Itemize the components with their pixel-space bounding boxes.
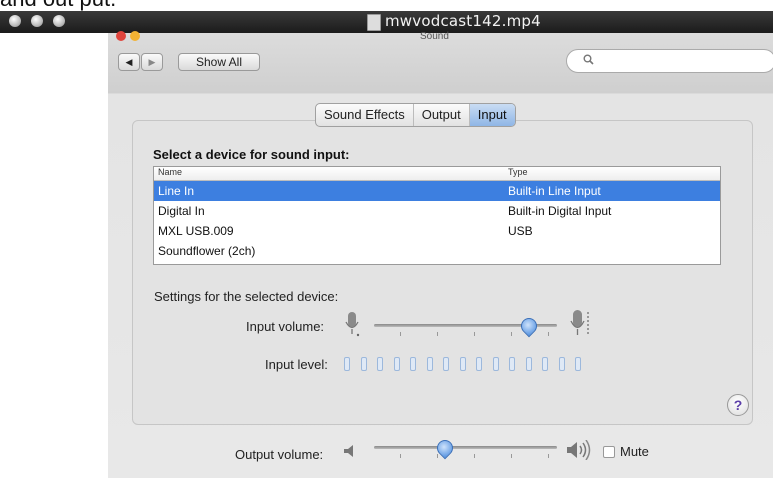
slider-tick <box>511 332 512 336</box>
help-button[interactable]: ? <box>727 394 749 416</box>
level-segment <box>476 357 482 371</box>
input-level-label: Input level: <box>265 357 328 372</box>
table-row[interactable]: Digital In Built-in Digital Input <box>154 201 720 221</box>
sound-preferences-window: Sound ◀ ▶ Show All Sound Effects Output … <box>108 31 773 478</box>
level-segment <box>426 357 433 371</box>
back-arrow-icon: ◀ <box>125 56 133 67</box>
table-row[interactable]: MXL USB.009 USB <box>154 221 720 241</box>
tab-input[interactable]: Input <box>469 104 515 126</box>
mic-high-icon <box>570 309 594 342</box>
table-row[interactable]: Soundflower (2ch) <box>154 241 720 261</box>
input-device-table: Name Type Line In Built-in Line Input Di… <box>153 166 721 265</box>
show-all-button[interactable]: Show All <box>178 53 260 71</box>
tab-bar: Sound Effects Output Input <box>315 103 516 127</box>
player-title: mwvodcast142.mp4 <box>385 12 541 30</box>
mute-checkbox[interactable] <box>603 446 615 458</box>
settings-label: Settings for the selected device: <box>154 289 339 304</box>
slider-tick <box>437 332 438 336</box>
close-dot-icon[interactable] <box>9 15 21 27</box>
slider-tick <box>474 454 475 458</box>
search-icon <box>583 54 594 68</box>
slider-tick <box>474 332 475 336</box>
output-volume-track <box>374 446 557 449</box>
device-name: MXL USB.009 <box>158 224 234 238</box>
forward-arrow-icon: ▶ <box>148 56 156 67</box>
back-button[interactable]: ◀ <box>118 53 140 71</box>
input-volume-knob[interactable] <box>517 314 541 338</box>
level-segment <box>443 357 449 371</box>
minimize-dot-icon[interactable] <box>31 15 43 27</box>
level-segment <box>344 357 350 371</box>
level-segment <box>575 357 581 371</box>
slider-tick <box>511 454 512 458</box>
mute-label: Mute <box>620 444 649 459</box>
device-type: Built-in Digital Input <box>508 204 612 218</box>
device-heading: Select a device for sound input: <box>153 147 350 162</box>
output-volume-slider[interactable] <box>374 436 557 460</box>
movie-file-icon <box>367 14 381 31</box>
table-row[interactable]: Line In Built-in Line Input <box>154 181 720 201</box>
speaker-high-icon <box>566 439 592 465</box>
device-type: Built-in Line Input <box>508 184 601 198</box>
zoom-dot-icon[interactable] <box>53 15 65 27</box>
slider-tick <box>400 332 401 336</box>
column-name[interactable]: Name <box>158 167 182 177</box>
tab-sound-effects[interactable]: Sound Effects <box>316 104 414 126</box>
window-title: Sound <box>420 31 449 42</box>
input-level-meter <box>344 357 594 371</box>
search-input[interactable] <box>566 49 773 73</box>
speaker-low-icon <box>343 444 357 463</box>
device-name: Soundflower (2ch) <box>158 244 256 258</box>
level-segment <box>542 357 548 371</box>
level-segment <box>558 357 565 371</box>
device-name: Line In <box>158 184 195 198</box>
level-segment <box>377 357 383 371</box>
device-type: USB <box>508 224 533 238</box>
input-volume-slider[interactable] <box>374 314 557 338</box>
slider-tick <box>400 454 401 458</box>
level-segment <box>360 357 367 371</box>
window-minimize-icon[interactable] <box>130 31 140 41</box>
player-title-bar: mwvodcast142.mp4 <box>0 11 773 33</box>
table-header: Name Type <box>154 167 720 181</box>
level-segment <box>393 357 400 371</box>
column-type[interactable]: Type <box>508 167 528 177</box>
level-segment <box>525 357 532 371</box>
input-volume-label: Input volume: <box>246 319 325 334</box>
tab-output[interactable]: Output <box>414 104 470 126</box>
mic-low-icon <box>344 311 360 342</box>
output-volume-label: Output volume: <box>235 447 324 462</box>
level-segment <box>459 357 466 371</box>
level-segment <box>509 357 515 371</box>
level-segment <box>492 357 499 371</box>
slider-tick <box>437 454 438 458</box>
device-name: Digital In <box>158 204 205 218</box>
window-close-icon[interactable] <box>116 31 126 41</box>
slider-tick <box>548 332 549 336</box>
level-segment <box>410 357 416 371</box>
forward-button[interactable]: ▶ <box>141 53 163 71</box>
slider-tick <box>548 454 549 458</box>
